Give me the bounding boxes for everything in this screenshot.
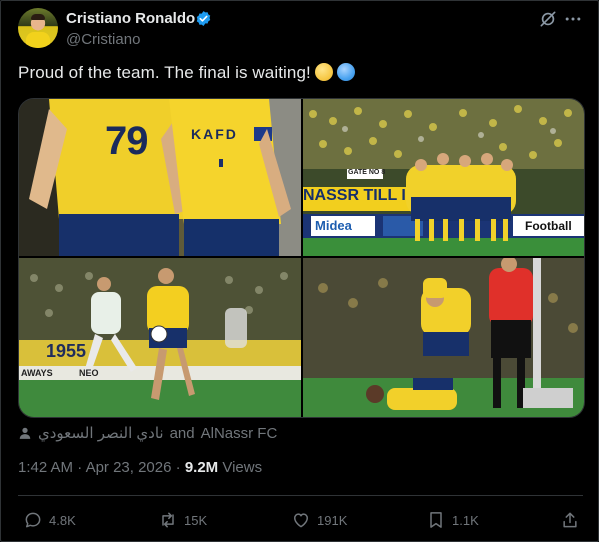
tagged-alnassr[interactable]: AlNassr FC [201,425,278,442]
meta-separator-2: · [175,459,181,476]
divider [18,495,583,496]
media-photo-2[interactable]: NASSR TILL I GATE NO 8 Midea Football [303,99,584,256]
sponsor-kafd: KAFD [191,126,238,142]
author-name[interactable]: Cristiano Ronaldo [66,10,195,27]
board-1955: 1955 [46,341,87,361]
views-label: Views [222,459,263,476]
tagged-users[interactable]: نادي النصر السعودي and AlNassr FC [18,424,277,442]
ad-football: Football [525,219,572,233]
tweet-time[interactable]: 1:42 AM [18,459,73,476]
retweet-icon [162,512,174,528]
ad-aways: AWAYS [21,368,53,378]
like-count: 191K [317,512,348,528]
reply-button[interactable]: 4.8K [23,510,76,530]
media-photo-4[interactable] [303,258,584,417]
yellow-heart-emoji-icon [314,63,333,81]
ad-neo: NEO [79,368,99,378]
bookmark-count: 1.1K [452,512,479,528]
jersey-number: 79 [105,119,148,163]
grok-icon[interactable] [538,9,558,29]
media-photo-1[interactable]: 79 KAFD [19,99,301,256]
action-bar: 4.8K 15K 191K 1.1K [0,506,599,536]
retweet-button[interactable]: 15K [158,510,207,530]
like-button[interactable]: 191K [291,510,347,530]
bookmark-button[interactable]: 1.1K [426,510,479,530]
more-options-icon[interactable] [563,9,583,29]
tagged-conjunction: and [169,424,195,442]
share-button[interactable] [560,510,580,530]
meta-separator: · [77,459,83,476]
heart-icon [294,513,308,528]
views-count: 9.2M [184,459,219,476]
verified-badge-icon [196,11,211,26]
bookmark-icon [430,512,442,528]
media-photo-3[interactable]: 1955 AWAYS NEO [19,258,301,417]
reply-icon [25,512,41,528]
tweet-text: Proud of the team. The final is waiting! [18,63,355,83]
tweet-meta: 1:42 AM · Apr 23, 2026 · 9.2M Views [18,459,262,476]
retweet-count: 15K [184,512,208,528]
tweet-body: Proud of the team. The final is waiting! [18,63,311,82]
media-grid: 79 KAFD NASSR TILL I GATE NO 8 Midea Foo… [18,98,585,418]
tweet-date[interactable]: Apr 23, 2026 [86,459,172,476]
author-handle[interactable]: @Cristiano [66,31,140,48]
blue-heart-emoji-icon [336,63,355,81]
ad-midea: Midea [315,218,352,233]
avatar[interactable] [18,8,58,48]
person-icon [19,427,31,439]
reply-count: 4.8K [49,512,76,528]
share-icon [563,512,577,528]
gate-sign: GATE NO 8 [348,169,386,176]
tagged-arabic-name[interactable]: نادي النصر السعودي [38,424,164,442]
banner-text: NASSR TILL I [303,187,406,204]
